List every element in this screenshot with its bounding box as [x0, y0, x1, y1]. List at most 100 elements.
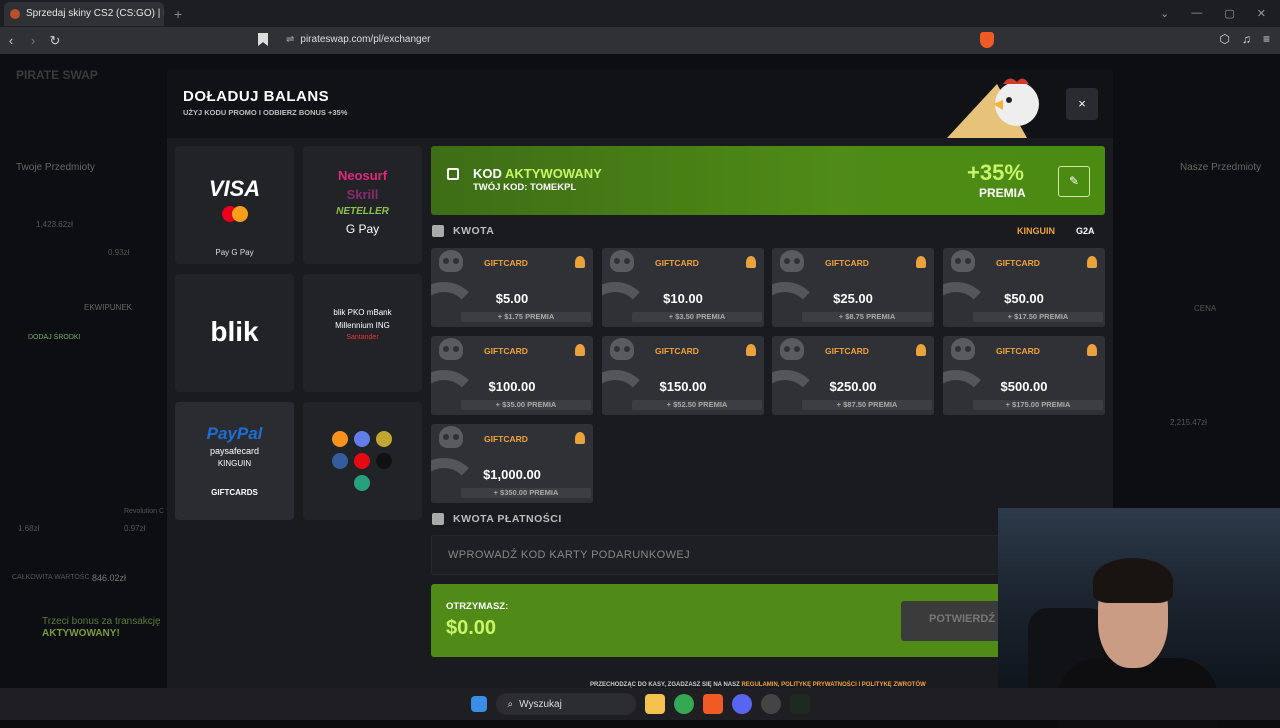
- media-icon[interactable]: ♫: [1242, 32, 1251, 46]
- chicken-mascot-icon: [947, 78, 1039, 138]
- bg-price-4: 1.68zł: [18, 524, 40, 533]
- gpay-logo: G Pay: [345, 222, 380, 236]
- bank-logos-2: Millennium ING: [335, 321, 390, 330]
- giftcard-option[interactable]: GIFTCARD $1,000.00 + $350.00 PREMIA: [431, 424, 593, 503]
- giftcard-amount: $50.00: [1004, 291, 1044, 306]
- url-field[interactable]: ⇌ pirateswap.com/pl/exchanger: [286, 34, 430, 45]
- site-settings-icon[interactable]: ⇌: [286, 34, 294, 45]
- kinguin-icon: [575, 432, 585, 444]
- skull-icon: [951, 250, 975, 272]
- minimize-icon[interactable]: —: [1191, 7, 1202, 20]
- giftcard-option[interactable]: GIFTCARD $10.00 + $3.50 PREMIA: [602, 248, 764, 327]
- payment-method-ewallets[interactable]: Neosurf Skrill NETELLER G Pay: [303, 146, 422, 264]
- bg-price-5: 0.97zł: [124, 524, 146, 533]
- bank-logos-3: Santander: [346, 334, 379, 341]
- steam-icon[interactable]: [760, 694, 781, 714]
- giftcard-option[interactable]: GIFTCARD $100.00 + $35.00 PREMIA: [431, 336, 593, 415]
- blik-logo: blik: [210, 316, 259, 347]
- provider-g2a[interactable]: G2A: [1076, 226, 1095, 236]
- code-status-title: KOD AKTYWOWANY: [473, 166, 602, 181]
- close-modal-button[interactable]: ×: [1066, 88, 1098, 120]
- close-window-icon[interactable]: ✕: [1257, 7, 1266, 20]
- inventory-tab[interactable]: EKWIPUNEK: [84, 303, 132, 312]
- neteller-logo: NETELLER: [336, 206, 389, 217]
- skull-icon: [439, 250, 463, 272]
- giftcard-label: GIFTCARD: [996, 346, 1040, 356]
- kinguin-icon: [575, 256, 585, 268]
- brave-icon[interactable]: [702, 694, 723, 714]
- payment-method-crypto[interactable]: [303, 402, 422, 520]
- giftcard-amount: $100.00: [488, 379, 536, 394]
- bg-price-3: 2,215.47zł: [1170, 418, 1207, 427]
- nvidia-icon[interactable]: [789, 694, 810, 714]
- giftcard-label: GIFTCARD: [825, 346, 869, 356]
- giftcard-option[interactable]: GIFTCARD $500.00 + $175.00 PREMIA: [943, 336, 1105, 415]
- giftcard-amount: $500.00: [1000, 379, 1048, 394]
- promo-code-banner: KOD AKTYWOWANY TWÓJ KOD: TOMEKPL +35% PR…: [431, 146, 1105, 215]
- price-sort[interactable]: CENA: [1194, 304, 1216, 313]
- payment-method-giftcards[interactable]: PayPal paysafecard KINGUIN GIFTCARDS: [175, 402, 294, 520]
- site-favicon-icon: [10, 8, 20, 19]
- discord-icon[interactable]: [731, 694, 752, 714]
- giftcard-bonus: + $3.50 PREMIA: [632, 312, 762, 322]
- add-funds-label[interactable]: DODAJ ŚRODKI: [28, 334, 81, 341]
- kinguin-icon: [575, 344, 585, 356]
- browser-tab[interactable]: Sprzedaj skiny CS2 (CS:GO) | Naj ✕: [4, 1, 164, 26]
- giftcard-option[interactable]: GIFTCARD $150.00 + $52.50 PREMIA: [602, 336, 764, 415]
- chrome-icon[interactable]: [673, 694, 694, 714]
- giftcard-option[interactable]: GIFTCARD $25.00 + $8.75 PREMIA: [772, 248, 934, 327]
- receive-label: OTRZYMASZ:: [446, 601, 509, 612]
- kinguin-icon: [916, 344, 926, 356]
- menu-icon[interactable]: ≡: [1263, 32, 1270, 46]
- paypal-logo: PayPal: [206, 424, 263, 443]
- giftcard-label: GIFTCARD: [996, 258, 1040, 268]
- provider-kinguin[interactable]: KINGUIN: [1017, 226, 1055, 236]
- payment-amount-heading: KWOTA PŁATNOŚCI: [453, 513, 562, 525]
- brave-shield-icon[interactable]: [980, 32, 994, 48]
- new-tab-icon[interactable]: +: [174, 6, 182, 22]
- site-logo[interactable]: PIRATE SWAP: [16, 69, 98, 81]
- payment-method-banks[interactable]: blik PKO mBank Millennium ING Santander: [303, 274, 422, 392]
- code-status-highlight: AKTYWOWANY: [505, 166, 602, 181]
- giftcard-amount: $1,000.00: [483, 467, 541, 482]
- skrill-logo: Skrill: [346, 187, 379, 202]
- giftcard-label: GIFTCARD: [484, 258, 528, 268]
- payment-method-blik[interactable]: blik: [175, 274, 294, 392]
- giftcard-bonus: + $52.50 PREMIA: [632, 400, 762, 410]
- maximize-icon[interactable]: ▢: [1224, 7, 1234, 20]
- giftcard-label: GIFTCARD: [655, 258, 699, 268]
- windows-start-icon[interactable]: [470, 696, 487, 712]
- skull-icon: [951, 338, 975, 360]
- giftcard-label: GIFTCARD: [484, 434, 528, 444]
- tab-bar: Sprzedaj skiny CS2 (CS:GO) | Naj ✕ + ⌄ —…: [0, 0, 1280, 27]
- visa-logo: VISA: [208, 176, 261, 201]
- chevron-down-icon[interactable]: ⌄: [1160, 7, 1169, 20]
- giftcards-label: GIFTCARDS: [211, 488, 258, 497]
- extensions-icon[interactable]: ⬡: [1220, 32, 1230, 46]
- file-explorer-icon[interactable]: [644, 694, 665, 714]
- forward-icon[interactable]: ›: [22, 33, 44, 48]
- giftcard-amount: $25.00: [833, 291, 873, 306]
- receive-value: $0.00: [446, 617, 497, 639]
- reload-icon[interactable]: ↻: [44, 33, 66, 49]
- bonus-label: PREMIA: [979, 186, 1026, 200]
- bookmark-icon[interactable]: [258, 33, 268, 46]
- bg-price-1: 1,423.62zł: [36, 220, 73, 229]
- giftcard-option[interactable]: GIFTCARD $50.00 + $17.50 PREMIA: [943, 248, 1105, 327]
- giftcard-amount: $150.00: [659, 379, 707, 394]
- window-controls: ⌄ — ▢ ✕: [1160, 7, 1280, 20]
- modal-header: DOŁADUJ BALANS UŻYJ KODU PROMO I ODBIERZ…: [167, 70, 1113, 138]
- payment-wallet-icon: [432, 513, 444, 525]
- giftcard-option[interactable]: GIFTCARD $250.00 + $87.50 PREMIA: [772, 336, 934, 415]
- wallet-icon: [432, 225, 444, 237]
- edit-code-button[interactable]: ✎: [1058, 166, 1090, 197]
- person-hair: [1093, 558, 1173, 603]
- modal-title: DOŁADUJ BALANS: [183, 88, 330, 105]
- taskbar-search-label: Wyszukaj: [519, 698, 562, 710]
- payment-method-visa[interactable]: VISA Pay G Pay: [175, 146, 294, 264]
- giftcard-amount: $5.00: [495, 291, 529, 306]
- giftcard-option[interactable]: GIFTCARD $5.00 + $1.75 PREMIA: [431, 248, 593, 327]
- back-icon[interactable]: ‹: [0, 33, 22, 48]
- bonus-status: AKTYWOWANY!: [42, 628, 120, 639]
- taskbar-search[interactable]: ⌕ Wyszukaj: [495, 693, 636, 715]
